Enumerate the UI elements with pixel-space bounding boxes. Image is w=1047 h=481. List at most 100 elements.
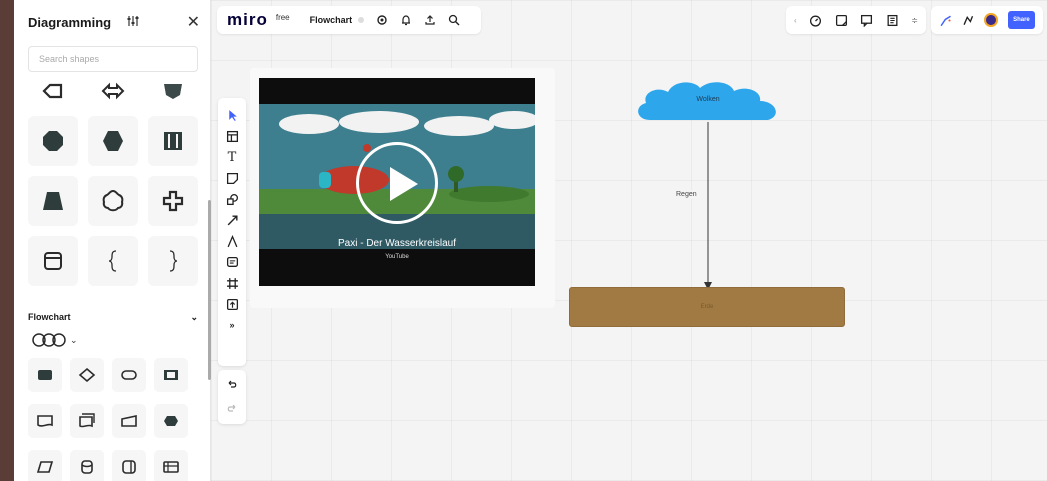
shape-grid xyxy=(28,76,198,286)
flow-decision[interactable] xyxy=(70,358,104,392)
more-tools-icon[interactable]: ≑ xyxy=(911,16,918,25)
board-tools-bar: ‹ ≑ xyxy=(786,6,926,34)
shape-set-picker[interactable]: ⌄ xyxy=(32,333,78,347)
search-icon[interactable] xyxy=(448,14,460,26)
chevron-down-icon[interactable]: ⌄ xyxy=(190,312,198,323)
flow-preparation[interactable] xyxy=(154,404,188,438)
share-button[interactable]: Share xyxy=(1007,11,1035,29)
trapezoid-shape-icon xyxy=(43,192,63,210)
shape-octagon[interactable] xyxy=(28,116,78,166)
shape-left-arrow[interactable] xyxy=(28,76,78,106)
notes-icon[interactable] xyxy=(886,14,899,27)
search-shapes-input[interactable] xyxy=(28,46,198,72)
data-shape-icon xyxy=(36,461,54,473)
board-header: miro free Flowchart xyxy=(217,6,481,34)
connector-tool-icon[interactable] xyxy=(225,213,239,227)
filter-icon[interactable] xyxy=(127,15,139,30)
direct-data-shape-icon xyxy=(122,460,136,474)
pentagon-shape-icon xyxy=(164,84,182,99)
shape-double-arrow[interactable] xyxy=(88,76,138,106)
predefined-shape-icon xyxy=(164,370,178,380)
more-tools-icon[interactable]: » xyxy=(225,318,239,332)
frame-tool-icon[interactable] xyxy=(225,276,239,290)
manual-input-shape-icon xyxy=(121,415,137,427)
left-brace-shape-icon xyxy=(108,250,117,272)
flow-document[interactable] xyxy=(28,404,62,438)
miro-window: Diagramming ✕ Search shapes Flowchart ⌄ … xyxy=(14,0,1047,481)
upload-tool-icon[interactable] xyxy=(225,297,239,311)
collaboration-bar: Share xyxy=(931,6,1043,34)
shape-trapezoid[interactable] xyxy=(28,176,78,226)
avatar[interactable] xyxy=(984,13,998,27)
creation-toolbar: T » xyxy=(218,98,246,366)
reactions-icon[interactable] xyxy=(939,14,952,27)
pen-tool-icon[interactable] xyxy=(225,234,239,248)
flowchart-section-header[interactable]: Flowchart ⌄ xyxy=(28,312,198,323)
double-arrow-shape-icon xyxy=(101,82,125,100)
octagon-shape-icon xyxy=(43,131,63,151)
flow-data[interactable] xyxy=(28,450,62,481)
shape-hexagon[interactable] xyxy=(88,116,138,166)
ground-shape[interactable]: Erde xyxy=(569,287,845,327)
flow-multi-document[interactable] xyxy=(70,404,104,438)
cursor-icon[interactable] xyxy=(962,14,975,27)
video-source: YouTube xyxy=(385,254,409,260)
database-shape-icon xyxy=(81,460,93,474)
shape-flower[interactable] xyxy=(88,176,138,226)
decision-shape-icon xyxy=(78,367,96,383)
templates-icon[interactable] xyxy=(225,129,239,143)
multi-document-shape-icon xyxy=(79,413,95,428)
play-button[interactable] xyxy=(356,142,438,224)
select-tool-icon[interactable] xyxy=(225,108,239,122)
settings-icon[interactable] xyxy=(376,14,388,26)
board-name[interactable]: Flowchart xyxy=(310,15,353,25)
terminator-shape-icon xyxy=(121,370,137,380)
flow-predefined[interactable] xyxy=(154,358,188,392)
shape-left-brace[interactable] xyxy=(88,236,138,286)
sticky-note-tool-icon[interactable] xyxy=(225,171,239,185)
shape-cylinder[interactable] xyxy=(28,236,78,286)
flow-manual-input[interactable] xyxy=(112,404,146,438)
flow-terminator[interactable] xyxy=(112,358,146,392)
shape-process[interactable] xyxy=(148,116,198,166)
shape-cross[interactable] xyxy=(148,176,198,226)
panel-title: Diagramming xyxy=(28,14,112,30)
flow-internal-storage[interactable] xyxy=(154,450,188,481)
document-shape-icon xyxy=(37,415,53,427)
flow-direct-data[interactable] xyxy=(112,450,146,481)
close-icon[interactable]: ✕ xyxy=(187,12,200,32)
shape-set-icon xyxy=(32,333,66,347)
text-tool-icon[interactable]: T xyxy=(225,150,239,165)
diagramming-panel: Diagramming ✕ Search shapes Flowchart ⌄ … xyxy=(14,0,211,481)
timer-icon[interactable] xyxy=(809,14,822,27)
miro-logo[interactable]: miro xyxy=(227,10,268,30)
collapse-left-icon[interactable]: ‹ xyxy=(794,16,797,25)
video-embed[interactable]: Paxi - Der Wasserkreislauf YouTube xyxy=(259,78,535,286)
internal-storage-shape-icon xyxy=(163,461,179,473)
panel-scrollbar[interactable] xyxy=(208,200,211,380)
flow-database[interactable] xyxy=(70,450,104,481)
connector-arrow[interactable] xyxy=(702,122,714,292)
upload-icon[interactable] xyxy=(424,14,436,26)
flow-process[interactable] xyxy=(28,358,62,392)
preparation-shape-icon xyxy=(164,416,178,426)
connector-label[interactable]: Regen xyxy=(674,190,699,199)
shape-right-brace[interactable] xyxy=(148,236,198,286)
comment-tool-icon[interactable] xyxy=(225,255,239,269)
video-title: Paxi - Der Wasserkreislauf xyxy=(338,238,456,249)
sticky-note-icon[interactable] xyxy=(835,14,848,27)
undo-redo-bar xyxy=(218,370,246,424)
flower-shape-icon xyxy=(102,189,124,212)
shapes-tool-icon[interactable] xyxy=(225,192,239,206)
left-arrow-shape-icon xyxy=(42,83,63,99)
panel-header: Diagramming ✕ xyxy=(28,12,200,32)
hexagon-shape-icon xyxy=(103,131,123,151)
plan-badge[interactable]: free xyxy=(276,13,290,22)
redo-icon[interactable] xyxy=(226,403,238,415)
undo-icon[interactable] xyxy=(226,379,238,391)
cloud-label: Wolken xyxy=(696,96,720,103)
comment-icon[interactable] xyxy=(860,14,873,27)
bell-icon[interactable] xyxy=(400,14,412,26)
chevron-down-icon: ⌄ xyxy=(70,334,78,345)
shape-pentagon-down[interactable] xyxy=(148,76,198,106)
